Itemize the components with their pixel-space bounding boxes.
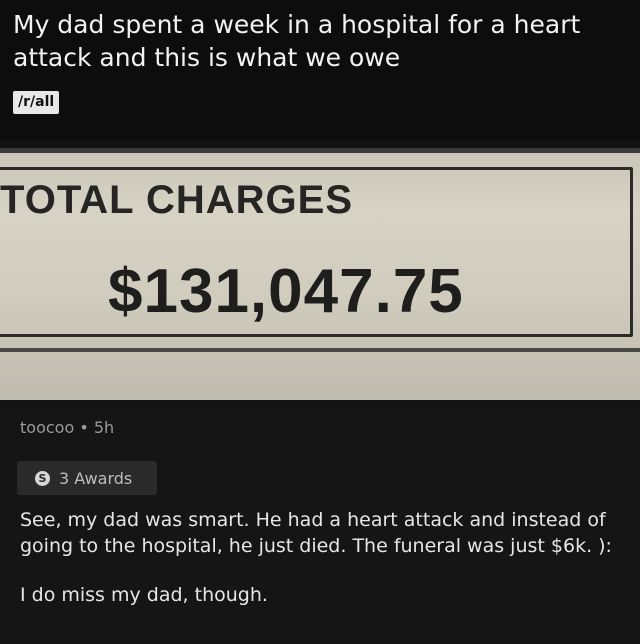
post-image[interactable]: TOTAL CHARGES $131,047.75 [0, 140, 640, 410]
total-charges-label: TOTAL CHARGES [0, 178, 354, 222]
meta-separator: • [79, 418, 89, 437]
bill-divider-top [0, 148, 640, 153]
comment-paragraph: See, my dad was smart. He had a heart at… [20, 509, 612, 557]
total-charges-amount: $131,047.75 [108, 257, 464, 326]
awards-button[interactable]: S 3 Awards [17, 461, 157, 495]
post-header: My dad spent a week in a hospital for a … [0, 0, 640, 140]
subreddit-tag[interactable]: /r/all [13, 91, 60, 114]
comment-meta: toocoo • 5h [20, 418, 114, 437]
comment-body: See, my dad was smart. He had a heart at… [20, 507, 625, 608]
comment-age: 5h [93, 418, 115, 437]
awards-label: 3 Awards [59, 468, 133, 488]
bill-photo: TOTAL CHARGES $131,047.75 [0, 148, 640, 400]
bill-divider-bottom [0, 348, 640, 352]
comment-author[interactable]: toocoo [20, 418, 74, 437]
comment-paragraph: I do miss my dad, though. [20, 584, 268, 606]
post-title[interactable]: My dad spent a week in a hospital for a … [13, 8, 623, 74]
award-icon: S [35, 470, 50, 486]
